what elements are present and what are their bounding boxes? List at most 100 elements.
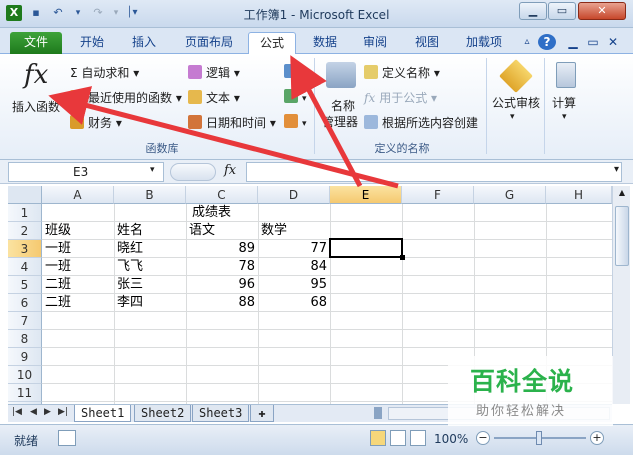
name-box-dropdown-icon[interactable]: ▾ [150, 165, 155, 175]
row-header-8[interactable]: 8 [8, 330, 42, 348]
cell-c5[interactable]: 96 [186, 276, 255, 294]
page-break-view-icon[interactable] [410, 430, 426, 446]
row-header-7[interactable]: 7 [8, 312, 42, 330]
column-header-g[interactable]: G [474, 186, 546, 204]
ribbon-collapse-icon[interactable]: ▵ [520, 32, 534, 54]
cell-b5[interactable]: 张三 [117, 276, 143, 294]
row-header-5[interactable]: 5 [8, 276, 42, 294]
cell-title[interactable]: 成绩表 [192, 204, 231, 222]
row-header-1[interactable]: 1 [8, 204, 42, 222]
help-icon[interactable]: ? [538, 34, 556, 50]
sheet-tab-sheet1[interactable]: Sheet1 [74, 405, 132, 422]
row-header-2[interactable]: 2 [8, 222, 42, 240]
zoom-in-icon[interactable]: + [590, 431, 604, 445]
tab-insert[interactable]: 插入 [120, 32, 168, 54]
row-header-6[interactable]: 6 [8, 294, 42, 312]
zoom-slider-thumb[interactable] [536, 431, 542, 445]
recent-functions-button[interactable]: 最近使用的函数 ▾ [70, 89, 182, 106]
calculation-button[interactable]: 计算 [552, 94, 576, 111]
tab-data[interactable]: 数据 [304, 32, 346, 54]
tab-page-layout[interactable]: 页面布局 [174, 32, 244, 54]
row-header-11[interactable]: 11 [8, 384, 42, 402]
formula-bar-resize-handle[interactable] [170, 163, 216, 181]
cell-c2[interactable]: 语文 [189, 222, 215, 240]
selected-cell-e3[interactable] [329, 238, 405, 260]
column-header-f[interactable]: F [402, 186, 474, 204]
financial-button[interactable]: 财务 ▾ [70, 114, 122, 131]
cell-d2[interactable]: 数学 [261, 222, 287, 240]
page-layout-view-icon[interactable] [390, 430, 406, 446]
first-sheet-icon[interactable]: |◀ [12, 407, 22, 417]
row-header-4[interactable]: 4 [8, 258, 42, 276]
math-button[interactable]: ▾ [284, 89, 307, 104]
select-all-corner[interactable] [8, 186, 42, 204]
create-from-selection-button[interactable]: 根据所选内容创建 [364, 114, 478, 131]
insert-function-fx-icon[interactable]: fx [224, 163, 236, 178]
row-header-9[interactable]: 9 [8, 348, 42, 366]
tab-file[interactable]: 文件 [10, 32, 62, 54]
insert-function-icon[interactable]: fx [24, 60, 48, 90]
cell-b3[interactable]: 晓红 [117, 240, 143, 258]
next-sheet-icon[interactable]: ▶ [44, 407, 51, 417]
cell-c3[interactable]: 89 [186, 240, 255, 258]
scroll-up-icon[interactable]: ▲ [615, 188, 629, 202]
calculation-dropdown-icon[interactable]: ▾ [562, 112, 567, 122]
cell-b6[interactable]: 李四 [117, 294, 143, 312]
cell-c6[interactable]: 88 [186, 294, 255, 312]
vertical-scroll-thumb[interactable] [615, 206, 629, 266]
insert-function-button[interactable]: 插入函数 [12, 98, 60, 115]
row-header-3[interactable]: 3 [8, 240, 42, 258]
window-minimize-icon[interactable]: ▁ [566, 32, 580, 54]
tab-addins[interactable]: 加载项 [456, 32, 512, 54]
cell-c4[interactable]: 78 [186, 258, 255, 276]
autosum-button[interactable]: Σ 自动求和 ▾ [70, 64, 139, 81]
cell-d3[interactable]: 77 [258, 240, 327, 258]
window-close-icon[interactable]: ✕ [606, 32, 620, 54]
formula-auditing-button[interactable]: 公式审核 [492, 94, 540, 111]
lookup-button[interactable] [284, 64, 302, 79]
column-header-b[interactable]: B [114, 186, 186, 204]
name-manager-icon[interactable] [326, 62, 356, 88]
minimize-button[interactable]: ▁ [519, 2, 547, 20]
cell-b2[interactable]: 姓名 [117, 222, 143, 240]
column-header-d[interactable]: D [258, 186, 330, 204]
cell-a3[interactable]: 一班 [45, 240, 71, 258]
cell-a5[interactable]: 二班 [45, 276, 71, 294]
text-button[interactable]: 文本 ▾ [188, 89, 240, 106]
define-name-button[interactable]: 定义名称 ▾ [364, 64, 440, 81]
last-sheet-icon[interactable]: ▶| [58, 407, 68, 417]
tab-review[interactable]: 审阅 [352, 32, 398, 54]
close-button[interactable]: ✕ [578, 2, 626, 20]
zoom-level[interactable]: 100% [434, 432, 468, 446]
column-header-h[interactable]: H [546, 186, 612, 204]
formula-auditing-dropdown-icon[interactable]: ▾ [510, 112, 515, 122]
tab-split-handle[interactable] [374, 407, 382, 419]
sheet-tab-sheet2[interactable]: Sheet2 [134, 405, 192, 422]
tab-view[interactable]: 视图 [404, 32, 450, 54]
zoom-out-icon[interactable]: − [476, 431, 490, 445]
cell-d5[interactable]: 95 [258, 276, 327, 294]
cell-d4[interactable]: 84 [258, 258, 327, 276]
more-functions-button[interactable]: ▾ [284, 114, 307, 129]
vertical-scrollbar[interactable]: ▲ [612, 186, 630, 404]
cell-d6[interactable]: 68 [258, 294, 327, 312]
tab-formulas[interactable]: 公式 [248, 32, 296, 54]
prev-sheet-icon[interactable]: ◀ [30, 407, 37, 417]
insert-sheet-icon[interactable]: ✚ [250, 405, 274, 422]
cell-a6[interactable]: 二班 [45, 294, 71, 312]
expand-formula-bar-icon[interactable]: ▾ [614, 164, 619, 175]
name-box[interactable]: E3 [8, 162, 164, 182]
cell-a2[interactable]: 班级 [45, 222, 71, 240]
name-manager-button[interactable]: 名称 管理器 [322, 98, 358, 130]
logical-button[interactable]: 逻辑 ▾ [188, 64, 240, 81]
column-header-c[interactable]: C [186, 186, 258, 204]
tab-home[interactable]: 开始 [68, 32, 116, 54]
window-restore-icon[interactable]: ▭ [586, 32, 600, 54]
formula-input[interactable] [246, 162, 622, 182]
macro-record-icon[interactable] [58, 430, 76, 446]
calculator-icon[interactable] [556, 62, 576, 88]
use-in-formula-button[interactable]: fx 用于公式 ▾ [364, 89, 437, 106]
cell-b4[interactable]: 飞飞 [117, 258, 143, 276]
datetime-button[interactable]: 日期和时间 ▾ [188, 114, 276, 131]
normal-view-icon[interactable] [370, 430, 386, 446]
